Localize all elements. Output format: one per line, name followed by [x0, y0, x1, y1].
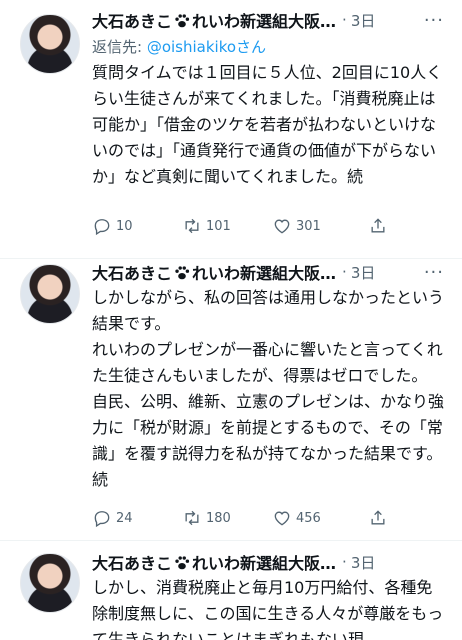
timestamp[interactable]: 3日 — [351, 552, 376, 573]
tweet-actions: 24 180 456 — [92, 507, 392, 529]
share-button[interactable] — [368, 508, 392, 528]
tweet-actions: 10 101 301 — [92, 215, 392, 237]
tweet-header: 大石あきこ れいわ新選組大阪… · 3日 ··· — [92, 8, 444, 32]
retweet-icon — [185, 510, 199, 526]
paw-icon — [175, 266, 190, 280]
more-icon[interactable]: ··· — [416, 262, 444, 283]
author-name[interactable]: 大石あきこ れいわ新選組大阪… — [92, 8, 336, 32]
reply-icon — [94, 219, 110, 236]
like-button[interactable]: 301 — [272, 216, 362, 236]
reply-button[interactable]: 10 — [92, 216, 182, 236]
timestamp[interactable]: 3日 — [351, 262, 376, 283]
share-icon — [371, 510, 385, 525]
like-button[interactable]: 456 — [272, 508, 362, 528]
tweet-1[interactable]: 大石あきこ れいわ新選組大阪… · 3日 ··· 返信先: @oishiakiko… — [0, 0, 462, 258]
share-icon — [371, 218, 385, 233]
paw-icon — [175, 556, 190, 570]
tweet-text: 質問タイムでは１回目に５人位、2回目に10人くらい生徒さんが来てくれました。「消… — [92, 63, 443, 186]
retweet-icon — [185, 218, 199, 234]
like-icon — [274, 219, 290, 234]
tweet-3[interactable]: 大石あきこ れいわ新選組大阪… · 3日 しかし、消費税廃止と毎月10万円給付、各… — [0, 541, 462, 640]
reply-button[interactable]: 24 — [92, 508, 182, 528]
reply-handle-link[interactable]: @oishiakikoさん — [147, 38, 266, 56]
paw-icon — [175, 14, 190, 28]
tweet-header: 大石あきこ れいわ新選組大阪… · 3日 ··· — [92, 260, 444, 284]
avatar[interactable] — [20, 14, 80, 74]
reply-to: 返信先: @oishiakikoさん — [92, 38, 267, 56]
avatar[interactable] — [20, 553, 80, 613]
more-icon[interactable]: ··· — [416, 10, 444, 31]
like-icon — [274, 511, 290, 526]
retweet-button[interactable]: 180 — [182, 508, 272, 528]
reply-icon — [94, 511, 110, 528]
share-button[interactable] — [368, 216, 392, 236]
timestamp[interactable]: 3日 — [351, 10, 376, 31]
tweet-text: しかし、消費税廃止と毎月10万円給付、各種免除制度無しに、この国に生きる人々が尊… — [92, 578, 444, 640]
tweet-2[interactable]: 大石あきこ れいわ新選組大阪… · 3日 ··· しかしながら、私の回答は通用しな… — [0, 259, 462, 539]
author-name[interactable]: 大石あきこ れいわ新選組大阪… — [92, 260, 336, 284]
retweet-button[interactable]: 101 — [182, 216, 272, 236]
tweet-text: しかしながら、私の回答は通用しなかったという結果です。 れいわのプレゼンが一番心… — [92, 288, 445, 489]
avatar[interactable] — [20, 264, 80, 324]
tweet-header: 大石あきこ れいわ新選組大阪… · 3日 — [92, 549, 444, 575]
author-name[interactable]: 大石あきこ れいわ新選組大阪… — [92, 550, 336, 574]
